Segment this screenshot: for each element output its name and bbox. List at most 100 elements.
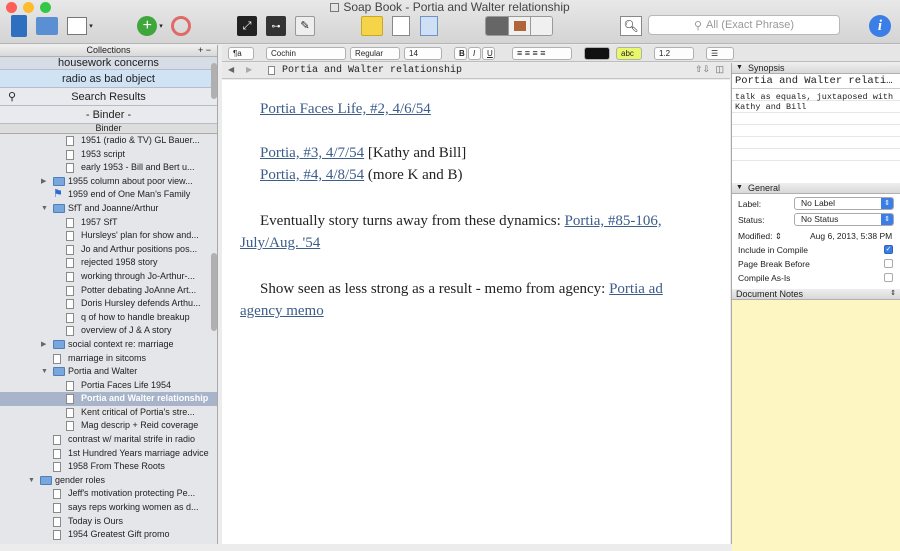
disclosure-closed-icon[interactable]: ▶ <box>41 338 46 352</box>
text-color-button[interactable] <box>584 47 610 60</box>
collections-icon[interactable] <box>35 14 59 38</box>
view-mode-icon[interactable]: ▾ <box>65 14 95 38</box>
line-spacing-select[interactable]: 1.2 <box>654 47 694 60</box>
collection-tab-housework[interactable]: housework concerns <box>0 57 217 70</box>
binder-item[interactable]: 1st Hundred Years marriage advice <box>0 447 217 461</box>
modified-key[interactable]: Modified: ⇕ <box>738 231 782 242</box>
alignment-buttons[interactable]: ≡ ≡ ≡ ≡ <box>512 47 572 60</box>
list-style-select[interactable]: ☰ <box>706 47 734 60</box>
trash-icon[interactable] <box>170 14 192 38</box>
binder-item[interactable]: Potter debating JoAnne Art... <box>0 284 217 298</box>
agency-memo-link-cont[interactable]: agency memo <box>240 303 324 319</box>
synopsis-title-field[interactable]: Portia and Walter relati… <box>732 74 900 89</box>
binder-item[interactable]: contrast w/ marital strife in radio <box>0 433 217 447</box>
font-weight-select[interactable]: Regular <box>350 47 400 60</box>
font-family-select[interactable]: Cochin <box>266 47 346 60</box>
portia-link-85[interactable]: Portia, #85-106, <box>565 213 662 229</box>
binder-item[interactable]: ▼ Portia and Walter <box>0 365 217 379</box>
binder-scrollbar[interactable] <box>211 253 217 331</box>
disclosure-open-icon[interactable]: ▼ <box>28 474 35 488</box>
binder-item[interactable]: 1953 script <box>0 148 217 162</box>
page-break-checkbox[interactable] <box>884 259 893 268</box>
comment-icon[interactable] <box>360 14 384 38</box>
link-icon[interactable] <box>418 14 440 38</box>
disclosure-triangle-icon[interactable]: ▼ <box>736 183 743 193</box>
snapshot-icon[interactable] <box>390 14 412 38</box>
binder-item[interactable]: working through Jo-Arthur-... <box>0 270 217 284</box>
disclosure-open-icon[interactable]: ▼ <box>41 202 48 216</box>
general-header[interactable]: ▼ General <box>732 183 900 194</box>
italic-button[interactable]: I <box>468 47 481 60</box>
portia-link-4[interactable]: Portia, #4, 4/8/54 <box>260 167 364 183</box>
quick-reference-icon[interactable]: 🔍︎ <box>618 14 644 38</box>
forward-arrow-icon[interactable]: ▶ <box>246 63 252 78</box>
binder-item[interactable]: ▼ gender roles <box>0 474 217 488</box>
chevron-updown-icon[interactable]: ⇕ <box>890 289 896 299</box>
split-editor-icon[interactable]: ⇧⇩ ◫ <box>695 63 724 78</box>
portia-link-85-date[interactable]: July/Aug. '54 <box>240 235 320 251</box>
highlight-color-button[interactable]: abc <box>616 47 642 60</box>
binder-item[interactable]: marriage in sitcoms <box>0 352 217 366</box>
include-compile-checkbox[interactable]: ✓ <box>884 245 893 254</box>
document-notes-area[interactable] <box>732 300 900 551</box>
agency-memo-link[interactable]: Portia ad <box>609 281 663 297</box>
binder-item[interactable]: rejected 1958 story <box>0 256 217 270</box>
portia-link-2[interactable]: Portia Faces Life, #2, 4/6/54 <box>260 101 431 117</box>
binder-item[interactable]: 1957 SfT <box>0 216 217 230</box>
status-select[interactable]: No Status ⇕ <box>794 213 894 226</box>
scrivenings-view-button[interactable] <box>486 17 508 35</box>
binder-item[interactable]: early 1953 - Bill and Bert u... <box>0 161 217 175</box>
outline-view-button[interactable] <box>530 17 552 35</box>
collections-scrollbar[interactable] <box>211 63 217 99</box>
binder-icon[interactable] <box>8 14 30 38</box>
binder-item[interactable]: q of how to handle breakup <box>0 311 217 325</box>
keywords-icon[interactable]: ⊶ <box>265 14 287 38</box>
binder-item[interactable]: 1958 From These Roots <box>0 460 217 474</box>
binder-item[interactable]: ⚑ 1959 end of One Man's Family <box>0 188 217 202</box>
binder-item[interactable]: ▶ social context re: marriage <box>0 338 217 352</box>
paragraph-4[interactable]: Eventually story turns away from these d… <box>240 210 700 254</box>
add-collection-button[interactable]: + − <box>198 45 211 56</box>
underline-button[interactable]: U <box>482 47 495 60</box>
binder-item[interactable]: Hursleys' plan for show and... <box>0 229 217 243</box>
binder-item[interactable]: Today is Ours <box>0 515 217 529</box>
binder-item[interactable]: 1951 (radio & TV) GL Bauer... <box>0 134 217 148</box>
binder-item[interactable]: Portia and Walter relationship <box>0 392 217 406</box>
binder-item[interactable]: Kent critical of Portia's stre... <box>0 406 217 420</box>
binder-item[interactable]: says reps working women as d... <box>0 501 217 515</box>
binder-item[interactable]: Portia Faces Life 1954 <box>0 379 217 393</box>
binder-item[interactable]: ▼ SfT and Joanne/Arthur <box>0 202 217 216</box>
binder-item[interactable]: overview of J & A story <box>0 324 217 338</box>
paragraph-3[interactable]: Portia, #4, 4/8/54 (more K and B) <box>240 164 700 186</box>
search-input[interactable]: ⚲ All (Exact Phrase) <box>648 15 840 35</box>
composition-mode-icon[interactable]: ⤢ <box>236 14 258 38</box>
label-select[interactable]: No Label ⇕ <box>794 197 894 210</box>
paragraph-1[interactable]: Portia Faces Life, #2, 4/6/54 <box>240 98 700 120</box>
binder-item[interactable]: 1954 Greatest Gift promo <box>0 528 217 542</box>
inspector-info-icon[interactable]: i <box>868 14 892 38</box>
editor-header-title[interactable]: Portia and Walter relationship <box>282 63 462 78</box>
disclosure-closed-icon[interactable]: ▶ <box>41 175 46 189</box>
binder-item[interactable]: Jeff's motivation protecting Pe... <box>0 487 217 501</box>
disclosure-triangle-icon[interactable]: ▼ <box>736 63 743 73</box>
collection-tab-radio[interactable]: radio as bad object <box>0 70 217 88</box>
add-item-icon[interactable]: + ▾ <box>135 14 165 38</box>
edit-icon[interactable]: ✎ <box>294 14 316 38</box>
binder-item[interactable]: Doris Hursley defends Arthu... <box>0 297 217 311</box>
portia-link-3[interactable]: Portia, #3, 4/7/54 <box>260 145 364 161</box>
binder-item[interactable]: ▶ 1955 column about poor view... <box>0 175 217 189</box>
compile-as-is-checkbox[interactable] <box>884 273 893 282</box>
paragraph-2[interactable]: Portia, #3, 4/7/54 [Kathy and Bill] <box>240 142 700 164</box>
disclosure-open-icon[interactable]: ▼ <box>41 365 48 379</box>
corkboard-view-button[interactable] <box>508 17 530 35</box>
collection-tab-binder[interactable]: - Binder - <box>0 106 217 124</box>
font-size-select[interactable]: 14 <box>404 47 442 60</box>
synopsis-text-area[interactable]: talk as equals, juxtaposed with Kathy an… <box>732 89 900 171</box>
back-arrow-icon[interactable]: ◀ <box>228 63 234 78</box>
paragraph-style-select[interactable]: ¶a <box>228 47 254 60</box>
synopsis-header[interactable]: ▼ Synopsis <box>732 63 900 74</box>
paragraph-5[interactable]: Show seen as less strong as a result - m… <box>240 278 700 322</box>
bold-button[interactable]: B <box>454 47 467 60</box>
binder-item[interactable]: Jo and Arthur positions pos... <box>0 243 217 257</box>
document-notes-header[interactable]: Document Notes ⇕ <box>732 289 900 300</box>
